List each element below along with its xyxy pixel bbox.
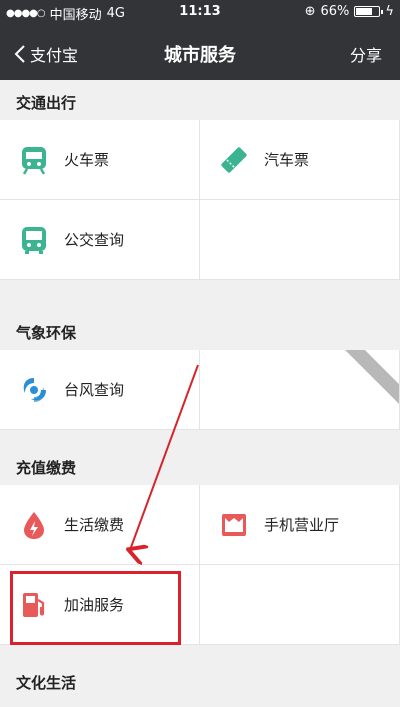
section-header-transport: 交通出行	[0, 80, 400, 120]
service-label: 生活缴费	[64, 516, 125, 534]
status-right: ⊕ 66% ϟ	[305, 4, 394, 19]
maintenance-ribbon	[339, 350, 399, 410]
typhoon-icon	[18, 374, 50, 406]
grid-transport: 火车票 汽车票 公交查询	[0, 120, 400, 280]
mobile-store-icon	[218, 509, 250, 541]
service-label: 加油服务	[64, 596, 125, 614]
service-mobile-store[interactable]: 手机营业厅	[200, 485, 400, 565]
ribbon-mark	[339, 350, 399, 406]
service-bus-ticket[interactable]: 汽车票	[200, 120, 400, 200]
empty-cell	[200, 565, 400, 645]
grid-recharge: 生活缴费 手机营业厅 加油服务	[0, 485, 400, 645]
nav-bar: 支付宝 城市服务 分享	[0, 24, 400, 80]
service-bus-query[interactable]: 公交查询	[0, 200, 200, 280]
bus-icon	[18, 224, 50, 256]
service-utility-payment[interactable]: 生活缴费	[0, 485, 200, 565]
service-label: 手机营业厅	[264, 516, 340, 534]
service-train-ticket[interactable]: 火车票	[0, 120, 200, 200]
service-label: 公交查询	[64, 231, 125, 249]
section-header-weather: 气象环保	[0, 310, 400, 350]
service-typhoon-query[interactable]: 台风查询	[0, 350, 200, 430]
battery-percent: 66%	[320, 4, 350, 19]
service-label: 火车票	[64, 151, 110, 169]
ticket-icon	[218, 144, 250, 176]
utility-drop-icon	[18, 509, 50, 541]
status-bar: ●●●●○ 中国移动 4G 11:13 ⊕ 66% ϟ	[0, 0, 400, 24]
service-fuel[interactable]: 加油服务	[0, 565, 200, 645]
empty-cell	[200, 200, 400, 280]
service-label: 汽车票	[264, 151, 310, 169]
grid-weather: 台风查询	[0, 350, 400, 430]
section-header-recharge: 充值缴费	[0, 445, 400, 485]
train-icon	[18, 144, 50, 176]
battery-fill	[356, 8, 373, 15]
battery-icon	[354, 6, 384, 17]
charging-icon: ϟ	[385, 4, 394, 19]
content: 交通出行 火车票 汽车票 公交查询 气象环保 台风查询 充值缴费 生活缴费 手机…	[0, 80, 400, 707]
share-button[interactable]: 分享	[350, 42, 382, 66]
page-title: 城市服务	[164, 45, 236, 66]
service-label: 台风查询	[64, 381, 125, 399]
fuel-pump-icon	[18, 589, 50, 621]
section-header-culture: 文化生活	[0, 660, 186, 700]
empty-cell-maintenance	[200, 350, 400, 430]
rotation-lock-icon: ⊕	[304, 4, 316, 19]
